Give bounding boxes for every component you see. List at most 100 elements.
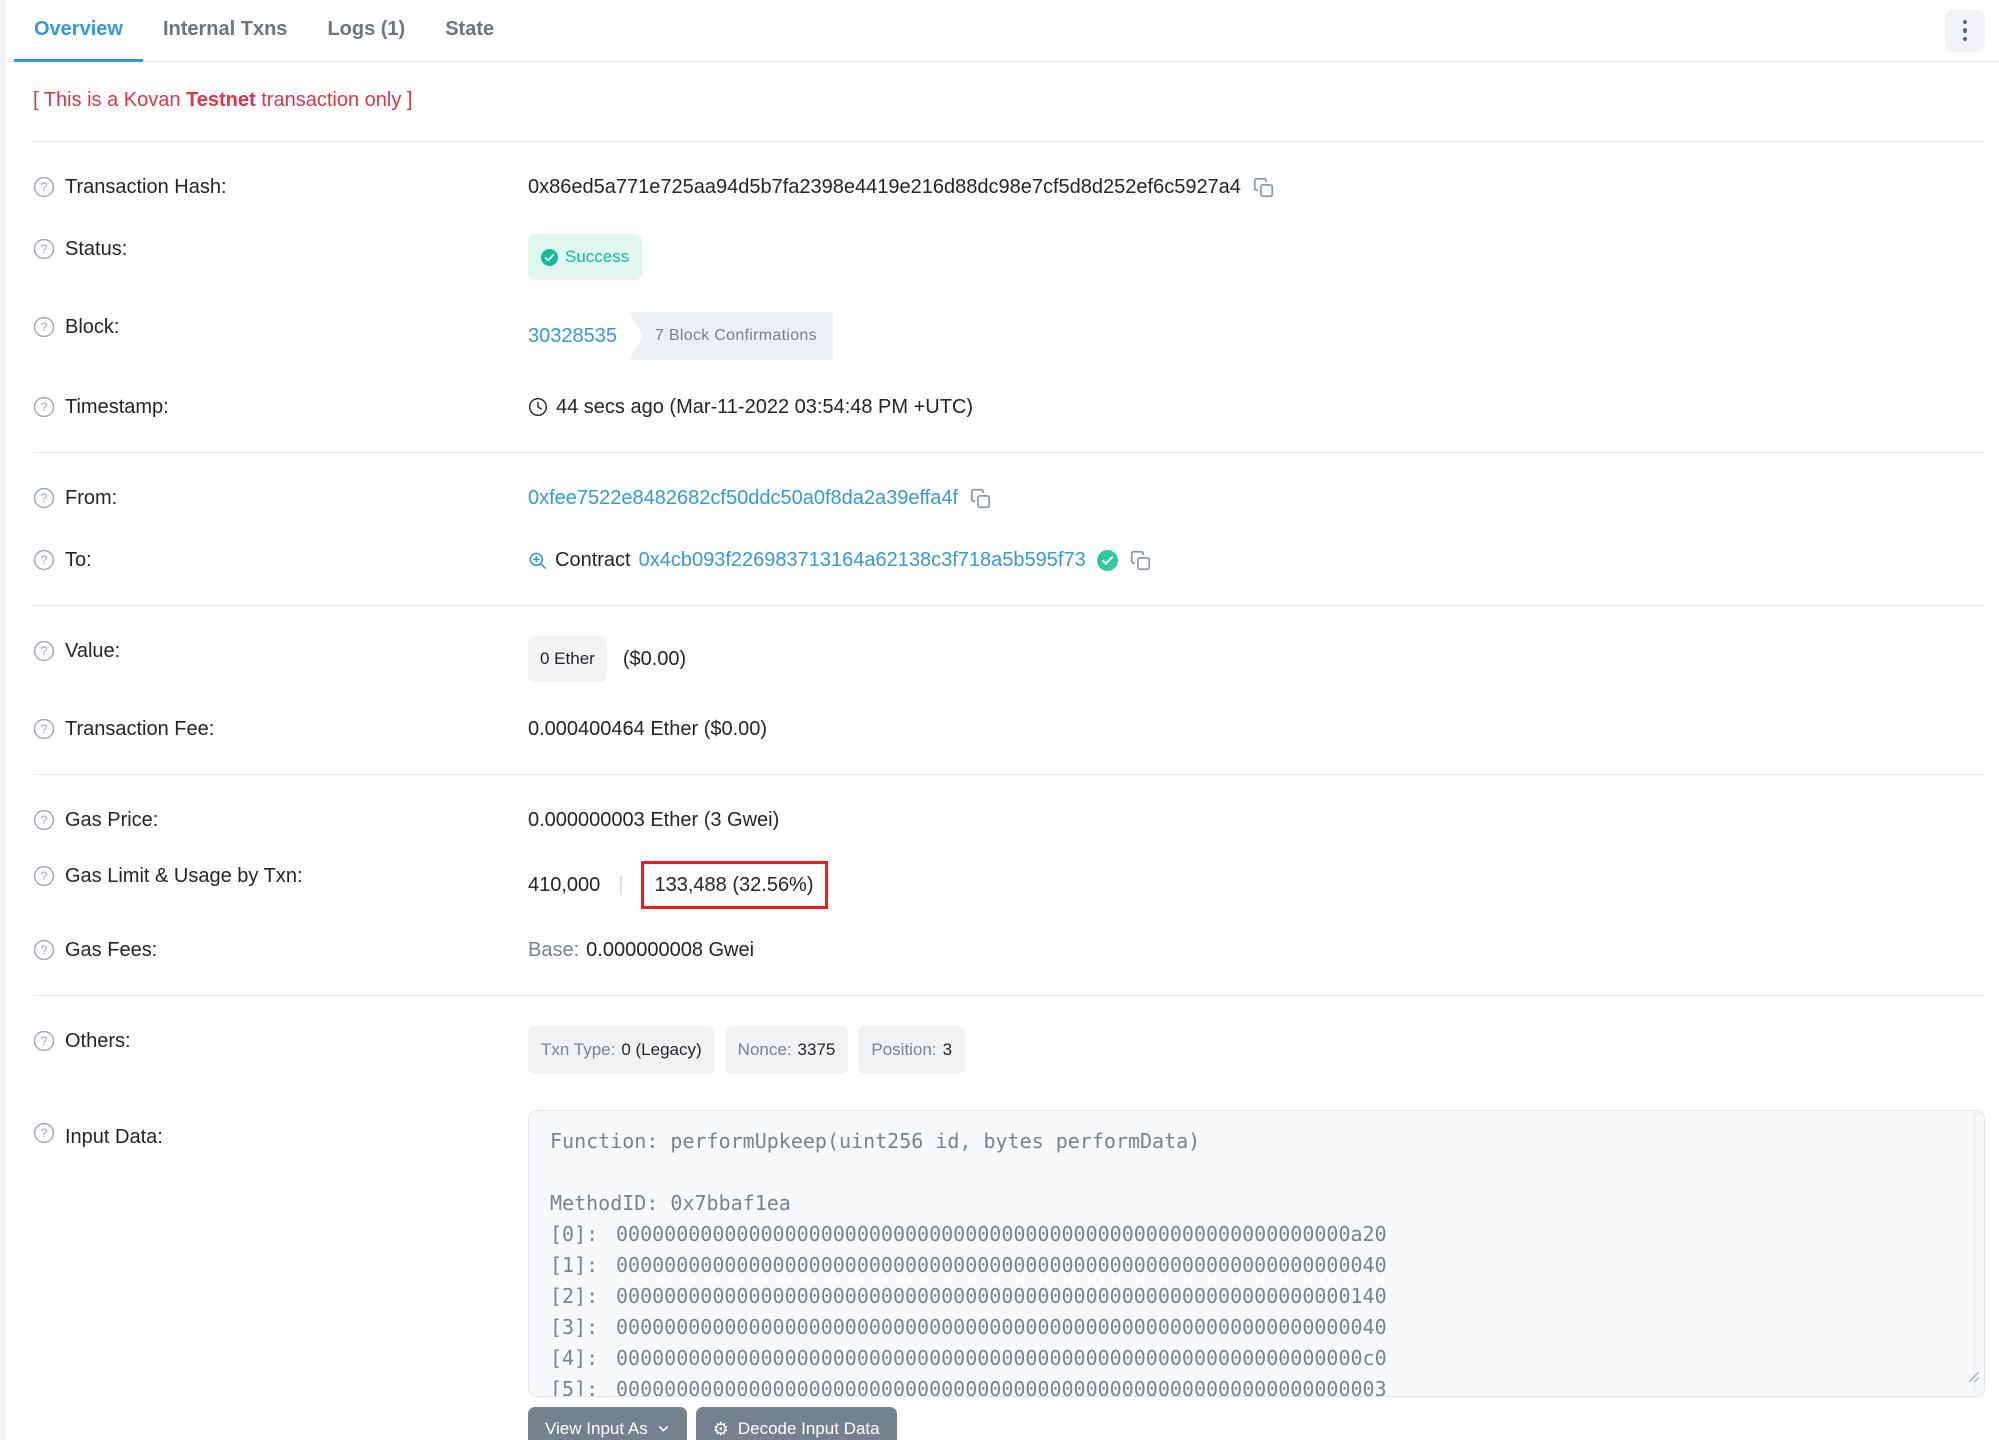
gas-limit-value: 410,000: [528, 874, 601, 896]
help-icon[interactable]: ?: [33, 640, 55, 662]
scrollbar[interactable]: [1974, 1113, 1975, 1394]
word-hex: 0000000000000000000000000000000000000000…: [616, 1346, 1387, 1370]
input-data-actions: View Input As ⚙ Decode Input Data: [528, 1407, 1985, 1440]
vertical-ellipsis-icon: [1962, 19, 1968, 25]
svg-text:?: ?: [41, 242, 48, 256]
help-icon[interactable]: ?: [33, 549, 55, 571]
svg-text:?: ?: [41, 553, 48, 567]
word-index: [0]:: [550, 1222, 599, 1246]
svg-text:?: ?: [41, 400, 48, 414]
button-label: Decode Input Data: [737, 1418, 880, 1438]
testnet-warning: [ This is a Kovan Testnet transaction on…: [33, 89, 1985, 112]
word-index: [5]:: [550, 1377, 599, 1397]
input-word-line: [2]: 000000000000000000000000000000000000…: [550, 1281, 1958, 1312]
word-hex: 0000000000000000000000000000000000000000…: [616, 1377, 1387, 1397]
magnifier-plus-icon[interactable]: [528, 551, 547, 570]
svg-text:?: ?: [41, 491, 48, 505]
row-timestamp: ? Timestamp: 44 secs ago (Mar-11-2022 03…: [33, 376, 1985, 438]
row-transaction-fee: ? Transaction Fee: 0.000400464 Ether ($0…: [33, 698, 1985, 760]
input-word-line: [1]: 000000000000000000000000000000000000…: [550, 1250, 1958, 1281]
copy-icon[interactable]: [1130, 550, 1151, 571]
help-icon[interactable]: ?: [33, 939, 55, 961]
help-icon[interactable]: ?: [33, 718, 55, 740]
to-address-link[interactable]: 0x4cb093f226983713164a62138c3f718a5b595f…: [639, 545, 1086, 575]
resize-handle-icon[interactable]: [1968, 1361, 1980, 1392]
badge-value: 3: [942, 1040, 953, 1059]
row-label: Others:: [65, 1030, 131, 1052]
badge-key: Position:: [871, 1040, 937, 1059]
base-fee-label: Base:: [528, 939, 580, 961]
section-divider: [33, 141, 1985, 142]
svg-text:?: ?: [41, 813, 48, 827]
input-word-line: [4]: 000000000000000000000000000000000000…: [550, 1343, 1958, 1374]
tab-logs[interactable]: Logs (1): [307, 0, 425, 62]
warning-bold-text: Testnet: [186, 89, 256, 111]
row-label: Status:: [65, 238, 128, 260]
row-value: ? Value: 0 Ether ($0.00): [33, 620, 1985, 698]
gas-usage-value: 133,488 (32.56%): [654, 874, 814, 896]
button-label: View Input As: [545, 1418, 648, 1438]
transaction-detail-card: Overview Internal Txns Logs (1) State [ …: [6, 0, 1999, 1440]
ether-value-badge: 0 Ether: [528, 636, 607, 682]
tab-bar: Overview Internal Txns Logs (1) State: [6, 0, 1999, 62]
row-label: To:: [65, 549, 92, 571]
block-number-link[interactable]: 30328535: [528, 321, 617, 351]
word-index: [4]:: [550, 1346, 599, 1370]
tab-list: Overview Internal Txns Logs (1) State: [14, 0, 514, 62]
transaction-page: Overview Internal Txns Logs (1) State [ …: [0, 0, 1999, 1440]
decode-input-data-button[interactable]: ⚙ Decode Input Data: [695, 1407, 897, 1440]
transaction-fee-value: 0.000400464 Ether ($0.00): [528, 718, 768, 740]
vertical-ellipsis-icon: [1962, 28, 1968, 33]
help-icon[interactable]: ?: [33, 1030, 55, 1052]
svg-text:?: ?: [41, 722, 48, 736]
input-word-line: [3]: 000000000000000000000000000000000000…: [550, 1312, 1958, 1343]
txn-type-badge: Txn Type: 0 (Legacy): [528, 1026, 715, 1074]
help-icon[interactable]: ?: [33, 238, 55, 260]
help-icon[interactable]: ?: [33, 865, 55, 887]
tab-overview[interactable]: Overview: [14, 0, 143, 62]
overview-content: [ This is a Kovan Testnet transaction on…: [6, 89, 1999, 1440]
input-methodid-line: MethodID: 0x7bbaf1ea: [550, 1191, 791, 1215]
view-input-as-button[interactable]: View Input As: [528, 1407, 687, 1440]
row-label: Block:: [65, 316, 120, 338]
warning-text: transaction only ]: [255, 89, 413, 111]
tab-state[interactable]: State: [425, 0, 514, 62]
input-function-line: Function: performUpkeep(uint256 id, byte…: [550, 1129, 1201, 1153]
help-icon[interactable]: ?: [33, 809, 55, 831]
copy-icon[interactable]: [970, 488, 991, 509]
help-icon[interactable]: ?: [33, 176, 55, 198]
tab-internal-txns[interactable]: Internal Txns: [143, 0, 307, 62]
check-circle-icon: [1096, 549, 1118, 571]
row-input-data: ? Input Data: Function: performUpkeep(ui…: [33, 1090, 1985, 1440]
input-data-textarea[interactable]: Function: performUpkeep(uint256 id, byte…: [528, 1110, 1985, 1397]
row-label: Input Data:: [65, 1126, 163, 1148]
from-address-link[interactable]: 0xfee7522e8482682cf50ddc50a0f8da2a39effa…: [528, 483, 958, 513]
row-status: ? Status: Success: [33, 218, 1985, 296]
help-icon[interactable]: ?: [33, 396, 55, 418]
row-label: Timestamp:: [65, 396, 169, 418]
svg-text:?: ?: [41, 943, 48, 957]
more-options-button[interactable]: [1945, 9, 1985, 52]
help-icon[interactable]: ?: [33, 1122, 55, 1144]
section-divider: [33, 605, 1985, 606]
nonce-badge: Nonce: 3375: [724, 1026, 849, 1074]
input-word-line: [5]: 000000000000000000000000000000000000…: [550, 1374, 1958, 1397]
copy-icon[interactable]: [1253, 177, 1274, 198]
usd-value: ($0.00): [622, 648, 687, 670]
gas-price-value: 0.000000003 Ether (3 Gwei): [528, 809, 780, 831]
word-hex: 0000000000000000000000000000000000000000…: [616, 1284, 1387, 1308]
base-fee-value: 0.000000008 Gwei: [586, 939, 755, 961]
svg-text:?: ?: [41, 320, 48, 334]
row-label: Gas Price:: [65, 809, 159, 831]
chevron-down-icon: [657, 1422, 670, 1435]
row-label: From:: [65, 487, 118, 509]
block-confirmations-badge: 7 Block Confirmations: [628, 312, 833, 360]
help-icon[interactable]: ?: [33, 316, 55, 338]
clock-icon: [528, 397, 548, 417]
help-icon[interactable]: ?: [33, 487, 55, 509]
row-gas-fees: ? Gas Fees: Base: 0.000000008 Gwei: [33, 919, 1985, 981]
row-gas-limit-usage: ? Gas Limit & Usage by Txn: 410,000 | 13…: [33, 851, 1985, 919]
svg-text:?: ?: [41, 1126, 48, 1140]
warning-text: [ This is a Kovan: [33, 89, 187, 111]
word-hex: 0000000000000000000000000000000000000000…: [616, 1315, 1387, 1339]
